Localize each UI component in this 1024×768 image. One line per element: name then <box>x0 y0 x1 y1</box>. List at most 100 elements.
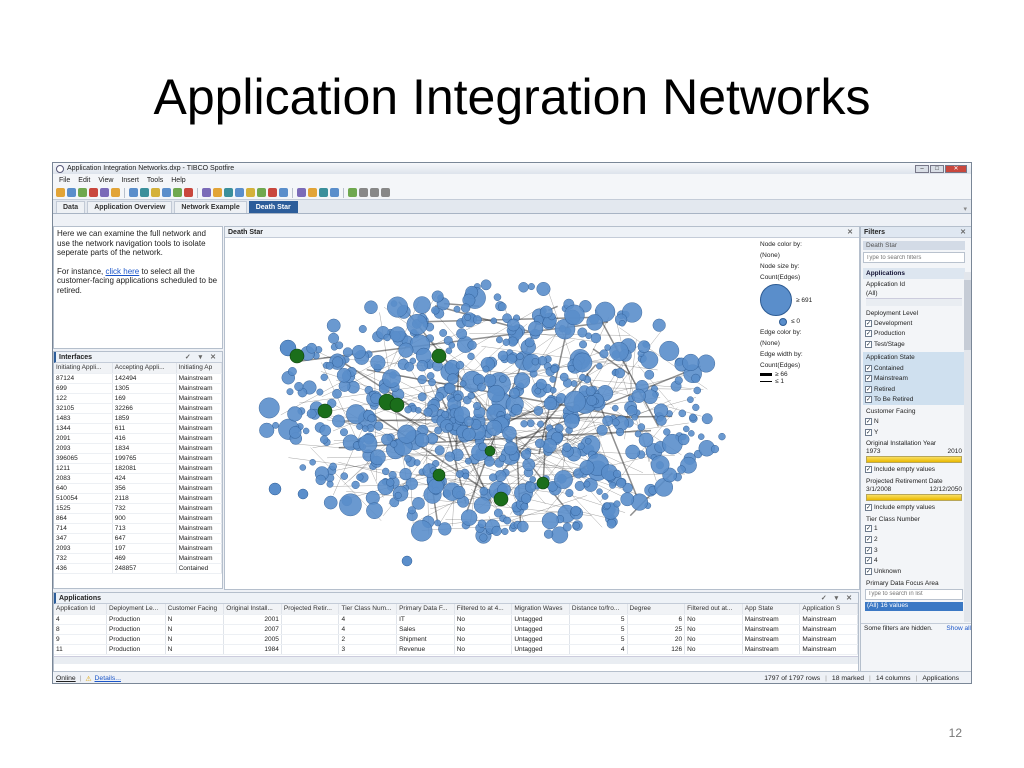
network-node[interactable] <box>339 428 348 437</box>
marked-node[interactable] <box>389 397 405 413</box>
tab-network-example[interactable]: Network Example <box>174 201 247 213</box>
network-node[interactable] <box>454 393 462 402</box>
network-node[interactable] <box>463 416 474 427</box>
network-node[interactable] <box>531 357 540 366</box>
network-node[interactable] <box>417 392 427 402</box>
network-node[interactable] <box>340 472 349 480</box>
network-node[interactable] <box>527 321 544 337</box>
table-row[interactable]: 510054 2118 Mainstream <box>54 493 223 504</box>
table-row[interactable]: 11 Production N 1984 3 Revenue No Untagged 4 126 N… <box>54 644 858 655</box>
network-node[interactable] <box>549 386 557 394</box>
network-node[interactable] <box>387 296 409 318</box>
toolbar-button-icon[interactable] <box>319 188 328 197</box>
focus-search-input[interactable] <box>865 588 963 600</box>
network-node[interactable] <box>579 340 588 349</box>
table-row[interactable]: 396065 199765 Mainstream <box>54 453 223 464</box>
network-node[interactable] <box>586 395 598 406</box>
network-node[interactable] <box>554 470 573 489</box>
focus-list-selected[interactable]: (All) 16 values <box>865 601 963 611</box>
toolbar-button-icon[interactable] <box>78 188 87 197</box>
table-row[interactable]: 87124 142494 Mainstream <box>54 373 223 384</box>
checkbox-to-be-retired[interactable]: ✓ To Be Retired <box>863 395 965 406</box>
toolbar-button-icon[interactable] <box>213 188 222 197</box>
toolbar-button-icon[interactable] <box>268 188 277 197</box>
table-row[interactable]: 699 1305 Mainstream <box>54 383 223 394</box>
network-node[interactable] <box>520 502 529 511</box>
network-node[interactable] <box>574 480 585 492</box>
toolbar-button-icon[interactable] <box>89 188 98 197</box>
network-node[interactable] <box>674 376 683 385</box>
toolbar-button-icon[interactable] <box>151 188 160 197</box>
network-node[interactable] <box>590 332 602 344</box>
network-node[interactable] <box>445 423 453 432</box>
network-node[interactable] <box>677 465 686 474</box>
network-node[interactable] <box>351 480 360 490</box>
network-node[interactable] <box>431 290 444 303</box>
network-node[interactable] <box>302 427 310 435</box>
network-node[interactable] <box>611 418 620 427</box>
network-node[interactable] <box>620 492 635 507</box>
network-node[interactable] <box>543 396 557 411</box>
network-node[interactable] <box>444 451 455 462</box>
network-node[interactable] <box>453 305 461 313</box>
marked-node[interactable] <box>536 476 550 490</box>
toolbar-button-icon[interactable] <box>224 188 233 197</box>
network-node[interactable] <box>315 474 326 486</box>
checkbox-tier-2[interactable]: ✓ 2 <box>863 534 965 545</box>
filter-page-select[interactable]: Death Star <box>863 241 965 250</box>
network-node[interactable] <box>358 325 367 334</box>
network-node[interactable] <box>473 401 482 410</box>
network-node[interactable] <box>325 361 334 370</box>
network-node[interactable] <box>351 345 366 359</box>
network-node[interactable] <box>520 420 528 428</box>
network-node[interactable] <box>596 362 603 370</box>
network-node[interactable] <box>462 472 470 480</box>
table-row[interactable]: 2091 416 Mainstream <box>54 433 223 444</box>
toolbar-button-icon[interactable] <box>257 188 266 197</box>
network-node[interactable] <box>650 455 670 475</box>
network-node[interactable] <box>346 404 366 424</box>
network-node[interactable] <box>364 300 378 315</box>
toolbar-button-icon[interactable] <box>370 188 379 197</box>
table-row[interactable]: 122 169 Mainstream <box>54 393 223 404</box>
network-node[interactable] <box>407 506 416 515</box>
column-header[interactable]: Distance to/fro... <box>569 604 628 615</box>
network-node[interactable] <box>489 473 498 482</box>
checkbox-tier-4[interactable]: ✓ 4 <box>863 555 965 566</box>
menu-view[interactable]: View <box>98 177 113 184</box>
network-node[interactable] <box>404 455 412 463</box>
network-node[interactable] <box>287 406 303 422</box>
table-row[interactable]: 1525 732 Mainstream <box>54 503 223 514</box>
column-header[interactable]: Original Install... <box>223 604 282 615</box>
network-node[interactable] <box>659 340 680 361</box>
column-header[interactable]: App State <box>742 604 801 615</box>
tab-death-star[interactable]: Death Star <box>248 201 298 213</box>
table-row[interactable]: 640 356 Mainstream <box>54 483 223 494</box>
column-header[interactable]: Degree <box>627 604 686 615</box>
table-row[interactable]: 436 248857 Contained <box>54 563 223 574</box>
table-row[interactable]: 732 469 Mainstream <box>54 553 223 564</box>
network-node[interactable] <box>356 423 363 430</box>
network-node[interactable] <box>416 360 428 372</box>
network-node[interactable] <box>366 502 383 520</box>
network-node[interactable] <box>637 340 651 353</box>
network-node[interactable] <box>299 464 307 471</box>
toolbar-button-icon[interactable] <box>330 188 339 197</box>
network-node[interactable] <box>306 342 318 354</box>
network-node[interactable] <box>329 462 337 471</box>
network-node[interactable] <box>619 320 626 327</box>
network-node[interactable] <box>367 414 376 423</box>
column-header[interactable]: Projected Retir... <box>281 604 340 615</box>
network-node[interactable] <box>683 425 690 433</box>
network-node[interactable] <box>390 440 398 448</box>
network-node[interactable] <box>689 413 697 422</box>
network-node[interactable] <box>496 336 503 344</box>
network-node[interactable] <box>577 442 585 450</box>
network-node[interactable] <box>550 365 559 374</box>
checkbox-mainstream[interactable]: ✓ Mainstream <box>863 373 965 384</box>
toolbar-button-icon[interactable] <box>297 188 306 197</box>
install-year-range-slider[interactable] <box>866 456 962 464</box>
network-node[interactable] <box>479 533 488 542</box>
network-node[interactable] <box>493 293 502 301</box>
network-node[interactable] <box>361 425 369 432</box>
